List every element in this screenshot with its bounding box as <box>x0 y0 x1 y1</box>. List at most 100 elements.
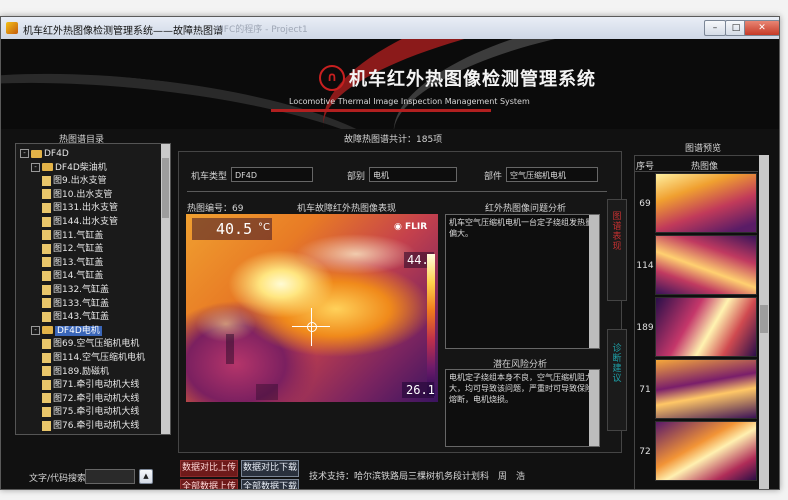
component-field[interactable]: 空气压缩机电机 <box>506 167 598 182</box>
preview-thumbnail[interactable] <box>655 359 757 419</box>
image-title: 机车故障红外热图像表现 <box>297 204 397 214</box>
thermal-image[interactable]: 40.5 °C ◉ FLIR 44.7 26.1 <box>186 214 438 402</box>
component-label: 部件 <box>484 172 503 182</box>
preview-thumbnail[interactable] <box>655 235 757 295</box>
tree-item[interactable]: 图144.出水支管 <box>42 216 118 229</box>
divider <box>634 171 758 172</box>
document-icon <box>42 230 51 241</box>
tree-item[interactable]: 图9.出水支管 <box>42 175 107 188</box>
preview-thumbnail[interactable] <box>655 421 757 481</box>
document-icon <box>42 216 51 227</box>
all-upload-button[interactable]: 全部数据上传 <box>180 479 238 489</box>
tree-item[interactable]: - DF4D <box>20 148 69 161</box>
document-icon <box>42 420 51 431</box>
temp-unit: °C <box>258 222 270 233</box>
risk-scrollbar[interactable] <box>589 370 599 446</box>
tree-item-label: 图69.空气压缩机电机 <box>53 339 140 350</box>
tree-item[interactable]: 图72.牵引电动机大线 <box>42 393 139 406</box>
document-icon <box>42 175 51 186</box>
tree-item[interactable]: 图131.出水支管 <box>42 202 118 215</box>
tree-item-label: 图13.气缸盖 <box>53 257 104 268</box>
analysis-scrollbar[interactable] <box>589 215 599 348</box>
folder-icon <box>42 326 53 335</box>
tree-item-label: 图72.牵引电动机大线 <box>53 393 140 404</box>
minimize-button[interactable]: – <box>704 20 726 36</box>
tree-item[interactable]: 图71.牵引电动机大线 <box>42 379 139 392</box>
document-icon <box>42 393 51 404</box>
preview-scrollbar[interactable] <box>759 155 769 489</box>
tab-graph-performance-label: 图谱表现 <box>612 212 622 252</box>
tree-item[interactable]: 图133.气缸盖 <box>42 298 109 311</box>
tree-item-label: DF4D <box>44 149 69 159</box>
flir-logo: ◉ FLIR <box>394 222 428 232</box>
tree-item[interactable]: - DF4D电机 <box>31 325 102 338</box>
tree-item[interactable]: 图12.气缸盖 <box>42 243 103 256</box>
document-icon <box>42 379 51 390</box>
tree-item[interactable]: 图76.牵引电动机大线 <box>42 420 139 433</box>
close-button[interactable]: ✕ <box>744 20 779 36</box>
tree-item[interactable]: - DF4D柴油机 <box>31 162 107 175</box>
tree-item[interactable]: 图11.气缸盖 <box>42 230 103 243</box>
preview-scroll-thumb[interactable] <box>760 305 768 333</box>
loco-type-field[interactable]: DF4D <box>231 167 313 182</box>
tree-scroll-thumb[interactable] <box>162 158 169 218</box>
tree-expander-icon[interactable]: - <box>31 325 40 335</box>
all-download-button[interactable]: 全部数据下载 <box>241 479 299 489</box>
preview-row-index: 71 <box>639 385 651 395</box>
tree-item[interactable]: 图114.空气压缩机电机 <box>42 352 145 365</box>
compare-upload-button[interactable]: 数据对比上传 <box>180 460 238 477</box>
app-window: 机车红外热图像检测管理系统——故障热图谱 MFC的程序 - Project1 –… <box>0 16 780 490</box>
tree-item-label: DF4D电机 <box>55 325 102 336</box>
tab-diagnosis-label: 诊断建议 <box>612 344 622 384</box>
tree-item-label: 图11.气缸盖 <box>53 230 104 241</box>
tree-expander-icon[interactable]: - <box>20 149 29 158</box>
tree-scrollbar[interactable] <box>161 144 170 434</box>
thermal-highlight <box>186 214 438 402</box>
tab-graph-performance[interactable]: 图谱表现 <box>607 199 627 301</box>
document-icon <box>42 257 51 268</box>
tree-item-label: 图131.出水支管 <box>53 203 119 214</box>
window-ghost-title: MFC的程序 - Project1 <box>216 25 308 35</box>
search-label: 文字/代码搜索 <box>29 474 87 484</box>
document-icon <box>42 352 51 363</box>
tree-item-label: 图10.出水支管 <box>53 189 113 200</box>
app-subtitle: Locomotive Thermal Image Inspection Mana… <box>289 97 530 106</box>
document-icon <box>42 284 51 295</box>
tree-expander-icon[interactable]: - <box>31 162 40 172</box>
search-input[interactable] <box>85 469 135 484</box>
divider <box>187 191 607 192</box>
preview-thumbnail[interactable] <box>655 173 757 233</box>
tree-item-label: 图71.牵引电动机大线 <box>53 380 140 391</box>
temp-readout: 40.5 <box>216 220 253 238</box>
tree-item[interactable]: 图189.励磁机 <box>42 366 109 379</box>
tree-item[interactable]: 图75.牵引电动机大线 <box>42 406 139 419</box>
document-icon <box>42 270 51 281</box>
railway-logo-icon: ∩ <box>319 65 345 91</box>
fault-count: 故障热图谱共计：185项 <box>344 135 443 145</box>
preview-row-index: 114 <box>636 261 654 271</box>
tree-item[interactable]: 图14.气缸盖 <box>42 270 103 283</box>
banner-rule <box>271 109 491 112</box>
preview-heading: 图谱预览 <box>685 144 722 154</box>
tree-item[interactable]: 图13.气缸盖 <box>42 257 103 270</box>
tree-item[interactable]: 图132.气缸盖 <box>42 284 109 297</box>
folder-icon <box>31 149 42 158</box>
preview-row-index: 72 <box>639 447 651 457</box>
machine-bolt-shape <box>256 384 278 400</box>
preview-thumbnails <box>655 173 757 483</box>
analysis-text[interactable]: 机车空气压缩机电机一台定子绕组发热量偏大。 <box>445 214 600 349</box>
preview-thumbnail[interactable] <box>655 297 757 357</box>
tree-item[interactable]: 图143.气缸盖 <box>42 311 109 324</box>
tree-item[interactable]: 图69.空气压缩机电机 <box>42 338 139 351</box>
title-bar: 机车红外热图像检测管理系统——故障热图谱 MFC的程序 - Project1 –… <box>1 17 779 40</box>
tab-diagnosis[interactable]: 诊断建议 <box>607 329 627 431</box>
search-spin-icon[interactable]: ▲ <box>139 469 153 484</box>
tree-item[interactable]: 图10.出水支管 <box>42 189 112 202</box>
preview-row-index: 189 <box>636 323 654 333</box>
part-field[interactable]: 电机 <box>369 167 457 182</box>
risk-text[interactable]: 电机定子绕组本身不良，空气压缩机阻力大，均可导致该问题，严重时可导致保险熔断，电… <box>445 369 600 447</box>
document-icon <box>42 311 51 322</box>
tree-item-label: 图12.气缸盖 <box>53 244 104 255</box>
compare-download-button[interactable]: 数据对比下载 <box>241 460 299 477</box>
document-icon <box>42 243 51 254</box>
